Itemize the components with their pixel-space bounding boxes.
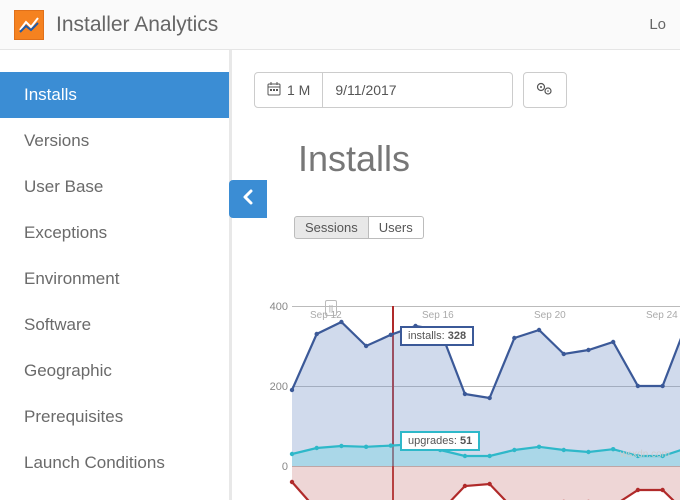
date-range-label: 1 M — [287, 82, 310, 98]
sidebar-item-uninstall-survey[interactable]: Uninstall Survey — [0, 486, 229, 500]
date-value: 9/11/2017 — [335, 82, 396, 98]
sidebar-item-prerequisites[interactable]: Prerequisites — [0, 394, 229, 440]
date-range-button[interactable]: 1 M — [254, 72, 323, 108]
flag-installs: installs: 328 — [400, 326, 474, 346]
chart-mode-tabs: Sessions Users — [294, 216, 680, 239]
gears-icon — [536, 82, 554, 99]
sidebar-item-environment[interactable]: Environment — [0, 256, 229, 302]
sidebar-item-exceptions[interactable]: Exceptions — [0, 210, 229, 256]
sidebar-item-installs[interactable]: Installs — [0, 72, 229, 118]
tab-sessions[interactable]: Sessions — [294, 216, 369, 239]
installs-chart[interactable]: || 400 200 0 Sep 12 Sep 16 Sep 20 Sep 24… — [292, 306, 680, 500]
chart-svg — [292, 306, 680, 500]
chevron-left-icon — [241, 188, 255, 211]
main-content: 1 M 9/11/2017 Installs Sessions Users ||… — [232, 50, 680, 500]
y-tick: 400 — [258, 301, 288, 313]
sidebar-item-software[interactable]: Software — [0, 302, 229, 348]
calendar-icon — [267, 82, 281, 99]
flag-upgrades: upgrades: 51 — [400, 431, 480, 451]
y-tick: 200 — [258, 381, 288, 393]
app-header: Installer Analytics Lo — [0, 0, 680, 50]
sidebar-item-geographic[interactable]: Geographic — [0, 348, 229, 394]
sidebar-item-versions[interactable]: Versions — [0, 118, 229, 164]
settings-button[interactable] — [523, 72, 567, 108]
app-brand: Installer Analytics — [56, 13, 218, 37]
collapse-sidebar-button[interactable] — [229, 180, 267, 218]
toolbar: 1 M 9/11/2017 — [254, 72, 680, 108]
watermark: wsxdn.com — [620, 449, 670, 460]
app-logo-icon — [14, 10, 44, 40]
y-tick: 0 — [258, 461, 288, 473]
sidebar: Installs Versions User Base Exceptions E… — [0, 50, 232, 500]
page-title: Installs — [298, 138, 680, 180]
tab-users[interactable]: Users — [369, 216, 424, 239]
sidebar-item-launch-conditions[interactable]: Launch Conditions — [0, 440, 229, 486]
header-right-text[interactable]: Lo — [649, 16, 666, 33]
sidebar-item-user-base[interactable]: User Base — [0, 164, 229, 210]
date-input[interactable]: 9/11/2017 — [323, 72, 513, 108]
